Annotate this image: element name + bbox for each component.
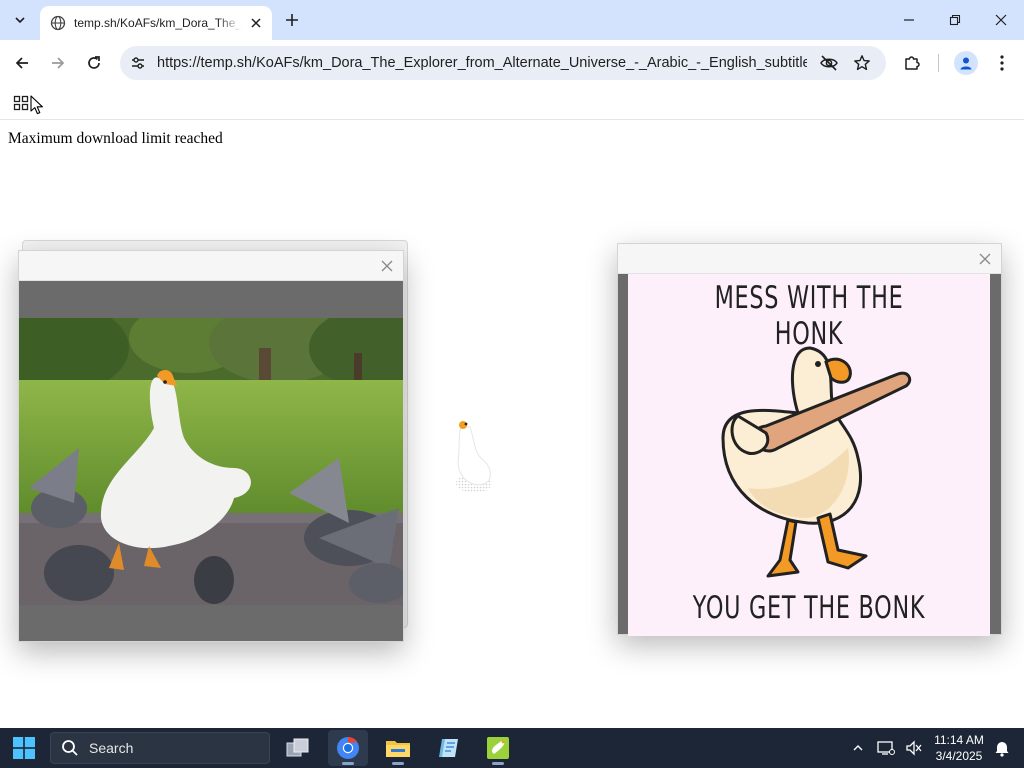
kebab-icon — [1000, 55, 1004, 71]
page-content: Maximum download limit reached MESS WITH… — [0, 121, 1024, 728]
honk-poster-popup[interactable]: MESS WITH THE HONK YOU GET THE BONK — [617, 243, 1002, 636]
bookmark-star-button[interactable] — [850, 51, 874, 75]
walking-goose-icon — [456, 421, 492, 493]
browser-menu-button[interactable] — [988, 49, 1016, 77]
speaker-muted-icon — [906, 740, 922, 756]
goose-photo-popup[interactable] — [18, 250, 404, 642]
goose-with-bat-illustration — [721, 346, 912, 578]
clock-time: 11:14 AM — [934, 733, 984, 747]
close-icon — [995, 14, 1007, 26]
globe-icon — [50, 15, 66, 31]
taskbar-chrome[interactable] — [328, 730, 368, 766]
tab-close-button[interactable] — [248, 15, 264, 31]
profile-button[interactable] — [952, 49, 980, 77]
chevron-down-icon — [15, 17, 25, 24]
plus-icon — [286, 14, 298, 26]
download-limit-message: Maximum download limit reached — [8, 130, 223, 147]
search-icon — [62, 740, 78, 756]
clock-date: 3/4/2025 — [935, 749, 983, 763]
taskbar-search[interactable]: Search — [50, 732, 270, 764]
bell-icon — [995, 742, 1009, 757]
task-view-icon — [286, 738, 309, 757]
chevron-up-icon — [853, 745, 863, 751]
minimize-button[interactable] — [886, 0, 932, 40]
address-bar[interactable]: https://temp.sh/KoAFs/km_Dora_The_Explor… — [120, 46, 886, 80]
new-tab-button[interactable] — [280, 8, 304, 32]
minimize-icon — [904, 19, 914, 21]
tab-strip: temp.sh/KoAFs/km_Dora_The_Explorer_from_… — [0, 0, 1024, 40]
close-icon — [251, 18, 261, 28]
active-tab[interactable]: temp.sh/KoAFs/km_Dora_The_Explorer_from_… — [40, 6, 272, 40]
windows-taskbar: Search 11:14 AM 3/4/2025 — [0, 728, 1024, 768]
person-icon — [960, 57, 972, 70]
reload-icon — [88, 56, 100, 69]
network-status-button[interactable] — [876, 738, 896, 758]
arrow-right-icon — [52, 57, 65, 69]
active-app-indicator — [492, 762, 504, 765]
goose-app-icon — [487, 737, 509, 759]
popup-close-button[interactable] — [379, 258, 395, 274]
popup-header — [618, 244, 1001, 274]
taskbar-file-explorer[interactable] — [378, 730, 418, 766]
forward-button[interactable] — [44, 49, 72, 77]
windows-logo-icon — [13, 737, 35, 759]
chrome-icon — [337, 737, 359, 759]
popup-close-button[interactable] — [977, 251, 993, 267]
goose-photo — [19, 318, 403, 605]
tune-icon — [132, 57, 144, 69]
honk-poster: MESS WITH THE HONK YOU GET THE BONK — [628, 274, 990, 636]
toolbar-separator — [938, 54, 939, 72]
apps-button[interactable] — [10, 92, 32, 114]
notepad-icon — [439, 739, 458, 757]
tab-search-button[interactable] — [8, 8, 32, 32]
task-view-button[interactable] — [278, 730, 318, 766]
folder-icon — [386, 741, 410, 757]
tracking-protection-button[interactable] — [817, 51, 841, 75]
taskbar-search-label: Search — [89, 740, 134, 756]
taskbar-app-goose[interactable] — [478, 730, 518, 766]
url-text[interactable]: https://temp.sh/KoAFs/km_Dora_The_Explor… — [157, 55, 807, 71]
taskbar-app-notepad[interactable] — [428, 730, 468, 766]
puzzle-icon — [905, 56, 920, 70]
avatar — [954, 51, 978, 75]
restore-button[interactable] — [932, 0, 978, 40]
volume-button[interactable] — [904, 738, 924, 758]
eye-off-icon — [820, 55, 838, 71]
goose-scene-image — [19, 318, 403, 605]
close-icon — [979, 253, 991, 265]
active-app-indicator — [342, 762, 354, 765]
reload-button[interactable] — [80, 49, 108, 77]
mouse-cursor-icon — [30, 95, 43, 115]
browser-toolbar: https://temp.sh/KoAFs/km_Dora_The_Explor… — [0, 40, 1024, 86]
restore-icon — [949, 14, 961, 26]
notifications-button[interactable] — [992, 738, 1012, 758]
tab-title: temp.sh/KoAFs/km_Dora_The_Explorer_from_… — [74, 16, 242, 30]
system-clock[interactable]: 11:14 AM 3/4/2025 — [928, 732, 990, 764]
back-button[interactable] — [8, 49, 36, 77]
apps-grid-icon — [13, 95, 29, 111]
popup-header — [19, 251, 403, 281]
site-info-button[interactable] — [126, 51, 150, 75]
extensions-button[interactable] — [898, 49, 926, 77]
active-app-indicator — [392, 762, 404, 765]
network-icon — [877, 741, 895, 755]
arrow-left-icon — [15, 57, 28, 69]
close-icon — [381, 260, 393, 272]
start-button[interactable] — [8, 732, 40, 764]
bookmarks-bar — [0, 86, 1024, 120]
star-icon — [854, 55, 870, 71]
close-window-button[interactable] — [978, 0, 1024, 40]
show-hidden-icons-button[interactable] — [848, 738, 868, 758]
poster-bottom-text: YOU GET THE BONK — [692, 590, 926, 626]
